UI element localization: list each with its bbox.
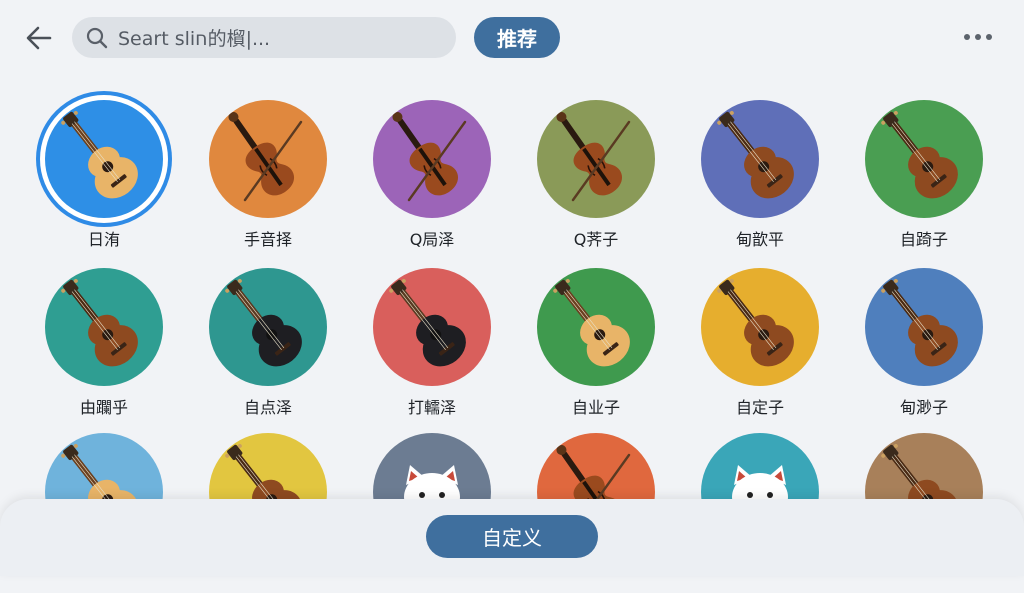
preset-item[interactable]: 自业子 [514, 268, 678, 428]
preset-label: 打轜泽 [407, 398, 456, 417]
preset-label: Q荠子 [573, 230, 619, 249]
preset-label: 自业子 [571, 398, 620, 417]
ukulele-icon [717, 110, 794, 199]
preset-item[interactable]: 手音择 [186, 100, 350, 260]
bottom-panel: 自定义 [0, 499, 1024, 576]
black-ukulele-icon [225, 278, 302, 367]
preset-avatar[interactable] [373, 268, 491, 386]
preset-avatar[interactable] [45, 268, 163, 386]
violin-icon [228, 111, 303, 202]
preset-avatar[interactable] [209, 100, 327, 218]
preset-avatar[interactable] [865, 100, 983, 218]
ukulele-icon [881, 110, 958, 199]
preset-item[interactable]: 甸歆平 [678, 100, 842, 260]
preset-item[interactable]: 打轜泽 [350, 268, 514, 428]
preset-label: 甸渺子 [899, 398, 948, 417]
preset-grid: 日洧 手音择 Q局泽 Q荠子 甸歆平 自踦子 由躝乎 自点泽 打轜泽 自业子 自… [0, 0, 1024, 576]
black-ukulele-icon [389, 278, 466, 367]
preset-label: 日洧 [87, 230, 120, 249]
preset-label: 自踦子 [899, 230, 948, 249]
preset-avatar[interactable] [865, 268, 983, 386]
preset-item[interactable]: 自点泽 [186, 268, 350, 428]
preset-avatar[interactable] [537, 100, 655, 218]
preset-avatar[interactable] [209, 268, 327, 386]
preset-item[interactable]: 日洧 [22, 100, 186, 260]
preset-item[interactable]: 甸渺子 [842, 268, 1006, 428]
preset-label: 自定子 [735, 398, 784, 417]
custom-button[interactable]: 自定义 [426, 515, 598, 558]
preset-label: Q局泽 [409, 230, 455, 249]
violin-icon [392, 111, 467, 202]
preset-item[interactable]: Q局泽 [350, 100, 514, 260]
preset-label: 自点泽 [243, 398, 292, 417]
acoustic-guitar-icon [61, 110, 138, 199]
preset-label: 甸歆平 [735, 230, 784, 249]
preset-item[interactable]: 自定子 [678, 268, 842, 428]
preset-item[interactable]: 由躝乎 [22, 268, 186, 428]
preset-label: 由躝乎 [79, 398, 128, 417]
preset-avatar[interactable] [373, 100, 491, 218]
preset-item[interactable]: 自踦子 [842, 100, 1006, 260]
acoustic-guitar-icon [553, 278, 630, 367]
preset-avatar[interactable] [45, 100, 163, 218]
preset-item[interactable]: Q荠子 [514, 100, 678, 260]
ukulele-icon [61, 278, 138, 367]
preset-avatar[interactable] [701, 268, 819, 386]
ukulele-icon [717, 278, 794, 367]
preset-avatar[interactable] [537, 268, 655, 386]
violin-icon [556, 111, 631, 202]
preset-label: 手音择 [243, 230, 292, 249]
preset-avatar[interactable] [701, 100, 819, 218]
ukulele-icon [881, 278, 958, 367]
